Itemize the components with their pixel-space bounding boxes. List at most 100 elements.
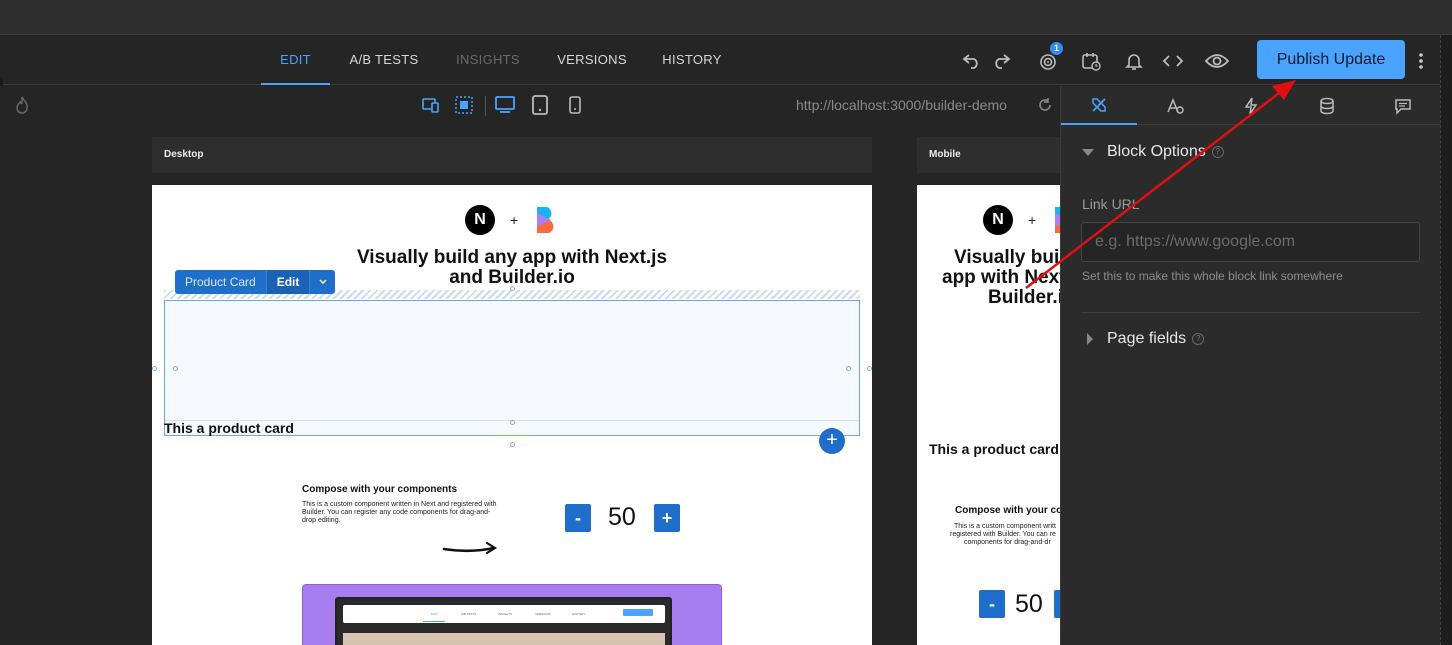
tab-versions[interactable]: VERSIONS xyxy=(550,35,634,85)
mobile-compose-body-1: This is a custom component writt xyxy=(954,523,1056,530)
animation-icon[interactable] xyxy=(1137,86,1213,125)
mobile-builderio-logo-icon xyxy=(1051,205,1060,235)
padding-handle-right[interactable] xyxy=(846,366,851,371)
page-fields-label: Page fields xyxy=(1107,330,1187,347)
editor-screenshot-frame: EDIT A/B TESTS INSIGHTS VERSIONS HISTORY xyxy=(335,597,672,645)
block-options-title[interactable]: Block Options? xyxy=(1107,143,1224,161)
mini-tab-versions: VERSIONS xyxy=(535,612,551,616)
resize-handle-right[interactable] xyxy=(867,366,872,371)
mobile-logo-plus: + xyxy=(1028,212,1037,228)
chip-component-name[interactable]: Product Card xyxy=(175,270,266,294)
link-url-hint: Set this to make this whole block link s… xyxy=(1082,269,1343,283)
padding-handle-bottom[interactable] xyxy=(510,420,515,425)
builderio-logo-icon xyxy=(533,205,561,235)
resize-handle-top[interactable] xyxy=(510,286,515,291)
mobile-compose-body-3: components for drag-and-dr xyxy=(964,539,1051,546)
padding-handle-left[interactable] xyxy=(173,366,178,371)
bell-icon[interactable] xyxy=(1123,50,1145,72)
mini-tab-underline xyxy=(423,621,445,622)
link-url-label: Link URL xyxy=(1082,196,1140,212)
mobile-headline-line-2: app with Next xyxy=(942,267,1060,288)
tab-insights[interactable]: INSIGHTS xyxy=(448,35,528,85)
resize-handle-bottom[interactable] xyxy=(510,442,515,447)
decrement-button[interactable]: - xyxy=(565,504,591,532)
block-options-label: Block Options xyxy=(1107,143,1206,160)
desktop-frame-label: Desktop xyxy=(152,137,872,173)
mobile-canvas[interactable]: N + Visually buil app with Next Builder.… xyxy=(917,185,1060,645)
mini-tab-history: HISTORY xyxy=(572,612,586,616)
right-edge-scroll xyxy=(1440,35,1452,645)
mini-publish-button xyxy=(623,609,653,616)
schedule-icon[interactable] xyxy=(1080,50,1102,72)
mini-editor-header: EDIT A/B TESTS INSIGHTS VERSIONS HISTORY xyxy=(343,605,665,623)
hand-drawn-arrow-icon xyxy=(442,541,498,555)
targeting-badge: 1 xyxy=(1050,42,1063,55)
mini-tab-edit: EDIT xyxy=(431,612,438,616)
targeting-icon[interactable]: 1 xyxy=(1037,42,1063,72)
mini-tab-insights: INSIGHTS xyxy=(498,612,513,616)
mobile-headline-line-1: Visually buil xyxy=(954,247,1060,268)
mobile-product-card-title: This a product card xyxy=(929,441,1059,457)
mobile-nextjs-logo-icon: N xyxy=(983,205,1013,235)
mobile-compose-title: Compose with your co xyxy=(955,505,1060,516)
fire-icon[interactable] xyxy=(12,95,32,115)
canvas-toolbar: http://localhost:3000/builder-demo xyxy=(0,86,1060,124)
block-options-help-icon[interactable]: ? xyxy=(1211,146,1224,158)
block-options-caret-icon[interactable] xyxy=(1082,149,1094,156)
headline-line-2: and Builder.io xyxy=(449,267,575,288)
responsive-icon[interactable] xyxy=(421,95,441,115)
publish-update-button[interactable]: Publish Update xyxy=(1257,40,1405,79)
add-block-button[interactable]: + xyxy=(819,428,845,454)
mini-tab-ab: A/B TESTS xyxy=(461,612,477,616)
data-icon[interactable] xyxy=(1289,86,1365,125)
page-fields-title[interactable]: Page fields? xyxy=(1107,330,1205,348)
panel-divider xyxy=(1081,312,1420,313)
mobile-icon[interactable] xyxy=(565,95,585,115)
redo-icon[interactable] xyxy=(990,50,1012,72)
link-url-input[interactable] xyxy=(1081,222,1420,262)
mini-photo xyxy=(343,633,665,645)
mobile-decrement-button[interactable]: - xyxy=(979,590,1005,618)
compose-body: This is a custom component written in Ne… xyxy=(302,501,497,524)
toolbar-separator xyxy=(485,96,486,116)
interactions-icon[interactable] xyxy=(1213,86,1289,125)
nextjs-logo-icon: N xyxy=(465,205,495,235)
preview-url[interactable]: http://localhost:3000/builder-demo xyxy=(796,97,1007,113)
mobile-frame-label: Mobile xyxy=(917,137,1060,173)
tab-edit[interactable]: EDIT xyxy=(261,35,330,85)
properties-panel: Block Options? Link URL Set this to make… xyxy=(1060,86,1441,645)
editor-screenshot-image: EDIT A/B TESTS INSIGHTS VERSIONS HISTORY xyxy=(302,584,722,645)
more-vertical-icon[interactable] xyxy=(1418,50,1428,72)
increment-button[interactable]: + xyxy=(654,504,680,532)
editor-header: EDIT A/B TESTS INSIGHTS VERSIONS HISTORY… xyxy=(0,35,1440,111)
page-fields-caret-icon[interactable] xyxy=(1087,333,1093,345)
eye-icon[interactable] xyxy=(1205,50,1229,72)
logo-plus: + xyxy=(510,212,519,228)
desktop-icon[interactable] xyxy=(495,95,515,115)
code-icon[interactable] xyxy=(1162,50,1184,72)
tab-ab-tests[interactable]: A/B TESTS xyxy=(340,35,428,85)
compose-title: Compose with your components xyxy=(302,484,458,495)
refresh-icon[interactable] xyxy=(1035,95,1055,115)
chevron-down-icon[interactable] xyxy=(309,270,336,294)
product-card-selection[interactable] xyxy=(164,300,860,436)
counter-value: 50 xyxy=(608,503,636,531)
desktop-canvas[interactable]: N + Visually build any app with Next.js … xyxy=(152,185,872,645)
tab-history[interactable]: HISTORY xyxy=(656,35,728,85)
style-icon[interactable] xyxy=(1061,86,1137,125)
select-mode-icon[interactable] xyxy=(454,95,474,115)
undo-icon[interactable] xyxy=(961,50,983,72)
mobile-headline-line-3: Builder.i xyxy=(988,287,1060,308)
product-card-title: This a product card xyxy=(164,420,294,436)
mobile-compose-body-2: registered with Builder. You can re xyxy=(950,531,1056,538)
comments-icon[interactable] xyxy=(1365,86,1441,125)
resize-handle-left[interactable] xyxy=(152,366,157,371)
chip-edit-button[interactable]: Edit xyxy=(265,270,310,294)
headline-line-1: Visually build any app with Next.js xyxy=(356,247,668,268)
mobile-counter-value: 50 xyxy=(1015,590,1043,618)
page-fields-help-icon[interactable]: ? xyxy=(1192,333,1205,345)
panel-tabs xyxy=(1061,86,1441,125)
block-selection-chip[interactable]: Product Card Edit xyxy=(175,270,336,294)
browser-top-strip xyxy=(0,0,1452,35)
tablet-icon[interactable] xyxy=(530,95,550,115)
